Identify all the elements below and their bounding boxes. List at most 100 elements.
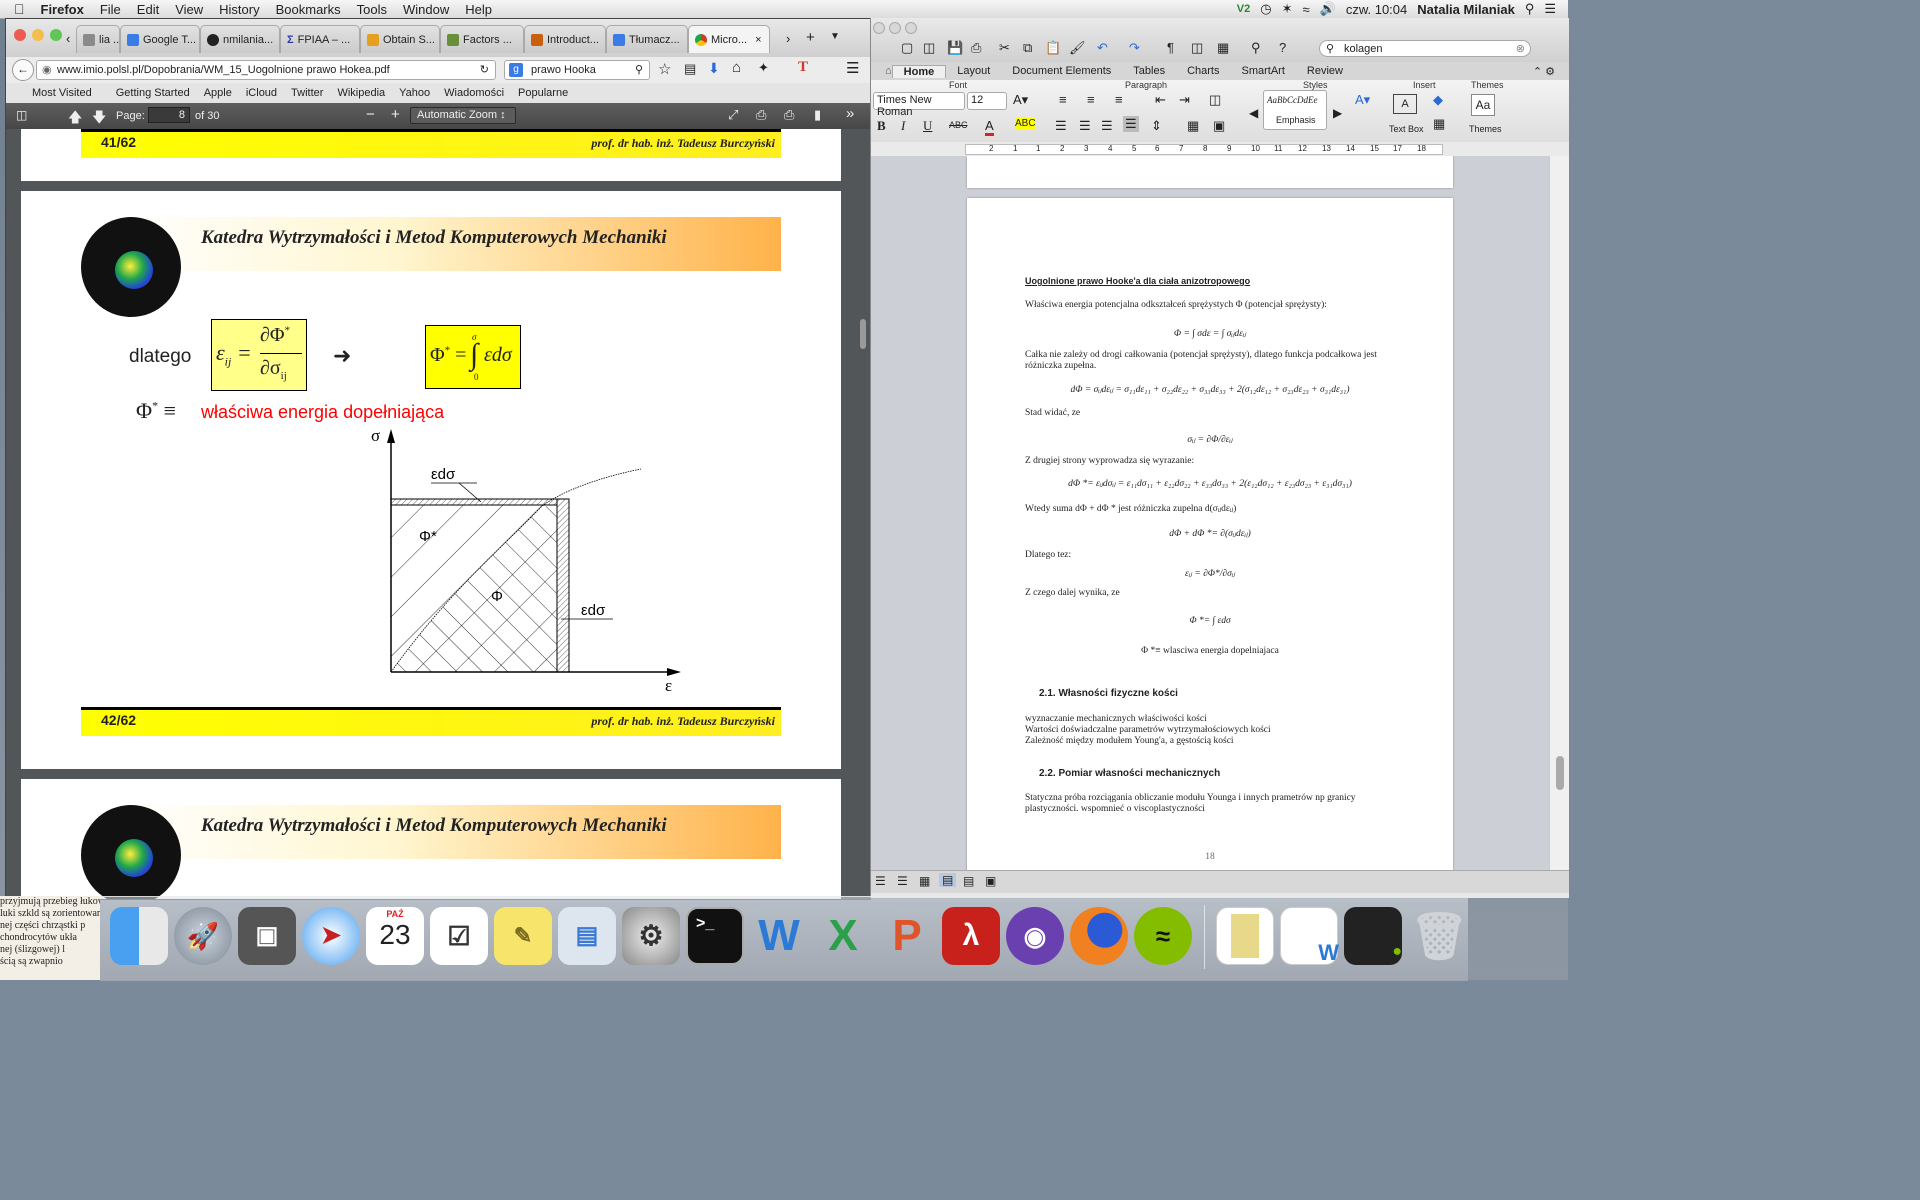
close-window-button[interactable] [14, 29, 26, 41]
gallery-icon[interactable]: ▦ [1217, 40, 1229, 56]
github-desktop-icon[interactable]: ◉ [1006, 907, 1064, 965]
stickies-icon[interactable]: ✎ [494, 907, 552, 965]
safari-icon[interactable]: ➤ [302, 907, 360, 965]
volume-icon[interactable]: 🔊 [1320, 1, 1336, 17]
tab-active[interactable]: Micro... × [688, 25, 770, 53]
help-icon[interactable]: ? [1279, 40, 1286, 55]
styles-pane-icon[interactable]: A▾ [1355, 92, 1370, 108]
wifi-icon[interactable]: ≈ [1303, 2, 1310, 17]
bookmark-wikipedia[interactable]: Wikipedia [331, 87, 393, 99]
picture-icon[interactable]: ▦ [1433, 116, 1445, 132]
italic-icon[interactable]: I [901, 118, 905, 134]
sidebar-icon[interactable]: ◫ [1191, 40, 1203, 56]
bookmark-most-visited[interactable]: Most Visited [6, 87, 100, 99]
menu-bookmarks[interactable]: Bookmarks [268, 2, 349, 17]
zoom-in-icon[interactable]: + [391, 106, 400, 123]
finder-icon[interactable] [110, 907, 168, 965]
tab-smartart[interactable]: SmartArt [1231, 65, 1296, 77]
close-window-button[interactable] [873, 22, 885, 34]
multilevel-icon[interactable]: ≡ [1115, 92, 1123, 107]
bookmark-view-icon[interactable]: ▮ [814, 107, 821, 123]
styles-next-icon[interactable]: ▶ [1333, 106, 1342, 120]
document-thumbnail-icon[interactable] [1216, 907, 1274, 965]
new-tab-icon[interactable]: + [806, 29, 815, 46]
underline-icon[interactable]: U [923, 118, 932, 134]
app-menu[interactable]: Firefox [33, 2, 92, 17]
search-input[interactable]: g prawo Hooka ⚲ [504, 60, 650, 80]
preview-icon[interactable]: ▤ [558, 907, 616, 965]
tab-document-elements[interactable]: Document Elements [1001, 65, 1122, 77]
launchpad-icon[interactable]: 🚀 [174, 907, 232, 965]
tab[interactable]: Factors ... [440, 25, 524, 53]
home-icon[interactable]: ⌂ [732, 59, 741, 76]
tab[interactable]: Introduct... [524, 25, 606, 53]
textbox-icon[interactable]: A [1393, 94, 1417, 114]
presentation-mode-icon[interactable]: ⤢ [728, 107, 738, 123]
menu-help[interactable]: Help [457, 2, 500, 17]
draft-view-icon[interactable]: ☰ [875, 874, 886, 888]
print-layout-view-icon[interactable]: ▤ [939, 873, 957, 887]
menu-history[interactable]: History [211, 2, 267, 17]
new-doc-icon[interactable]: ▢ [901, 40, 913, 56]
save-icon[interactable]: 💾 [947, 40, 963, 56]
columns-icon[interactable]: ◫ [1209, 92, 1221, 108]
print-icon[interactable]: ⎙ [971, 40, 981, 56]
justify-icon[interactable]: ☰ [1123, 116, 1139, 132]
ruler[interactable]: 2 1 1 2 3 4 5 6 7 8 9 10 11 12 13 14 15 17 18 [871, 142, 1569, 157]
zoom-icon[interactable]: ⚲ [1251, 40, 1261, 56]
menu-hamburger-icon[interactable]: ☰ [846, 59, 859, 77]
align-right-icon[interactable]: ☰ [1101, 118, 1113, 134]
decrease-indent-icon[interactable]: ⇤ [1155, 92, 1166, 108]
font-size-select[interactable]: 12 [967, 92, 1007, 110]
tab[interactable]: Obtain S... [360, 25, 440, 53]
bookmark-apple[interactable]: Apple [198, 87, 240, 99]
ribbon-collapse-icon[interactable]: ⌃ ⚙ [1533, 65, 1569, 78]
next-page-icon[interactable]: 🡇 [92, 107, 106, 131]
time-machine-icon[interactable]: ◷ [1260, 1, 1271, 17]
notebook-view-icon[interactable]: ▤ [963, 874, 974, 888]
strikethrough-icon[interactable]: ABC [949, 120, 968, 130]
apple-menu-icon[interactable]:  [0, 1, 33, 17]
vertical-scrollbar[interactable] [1549, 156, 1569, 870]
reading-list-icon[interactable]: ▤ [684, 61, 696, 77]
tab[interactable]: nmilania... [200, 25, 280, 53]
cut-icon[interactable]: ✂ [999, 40, 1010, 56]
extension-icon[interactable]: ✦ [758, 60, 769, 76]
tab-home[interactable]: Home [891, 64, 947, 78]
clock[interactable]: czw. 10:04 [1346, 2, 1407, 17]
screenshot-thumbnail-icon[interactable]: ● [1344, 907, 1402, 965]
tab[interactable]: Google T... [120, 25, 200, 53]
tabs-scroll-left-icon[interactable]: ‹ [66, 31, 70, 46]
notification-center-icon[interactable]: ☰ [1544, 1, 1556, 17]
tab-charts[interactable]: Charts [1176, 65, 1230, 77]
scrollbar-thumb[interactable] [1556, 756, 1564, 790]
bookmark-twitter[interactable]: Twitter [285, 87, 331, 99]
sidebar-toggle-icon[interactable]: ◫ [16, 108, 27, 122]
focus-view-icon[interactable]: ▣ [985, 874, 996, 888]
outline-view-icon[interactable]: ☰ [897, 874, 908, 888]
document-page[interactable]: Uogolnione prawo Hooke'a dla ciała anizo… [967, 198, 1453, 874]
menu-edit[interactable]: Edit [129, 2, 167, 17]
tab[interactable]: Σ FPIAA – ... [280, 25, 360, 53]
back-icon[interactable]: ← [12, 59, 34, 81]
calendar-icon[interactable]: PAŹ 23 [366, 907, 424, 965]
borders-icon[interactable]: ▦ [1187, 118, 1199, 134]
pdf-viewer[interactable]: 41/62 prof. dr hab. inż. Tadeusz Burczyń… [6, 129, 870, 899]
styles-prev-icon[interactable]: ◀ [1249, 106, 1258, 120]
font-size-grow-icon[interactable]: A▾ [1013, 92, 1028, 108]
shading-icon[interactable]: ▣ [1213, 118, 1225, 134]
publishing-view-icon[interactable]: ▦ [919, 874, 930, 888]
reminders-icon[interactable]: ☑ [430, 907, 488, 965]
paste-icon[interactable]: 📋 [1045, 40, 1061, 56]
bookmark-icloud[interactable]: iCloud [240, 87, 285, 99]
undo-icon[interactable]: ↶ [1097, 40, 1108, 56]
print-icon[interactable]: ⎙ [756, 107, 766, 123]
firefox-icon[interactable] [1070, 907, 1128, 965]
bookmark-getting-started[interactable]: Getting Started [100, 87, 198, 99]
system-preferences-icon[interactable]: ⚙ [622, 907, 680, 965]
close-tab-icon[interactable]: × [755, 34, 761, 46]
tab-tables[interactable]: Tables [1122, 65, 1176, 77]
acrobat-icon[interactable]: λ [942, 907, 1000, 965]
themes-label[interactable]: Themes [1469, 124, 1502, 134]
themes-icon[interactable]: Aa [1471, 94, 1495, 116]
